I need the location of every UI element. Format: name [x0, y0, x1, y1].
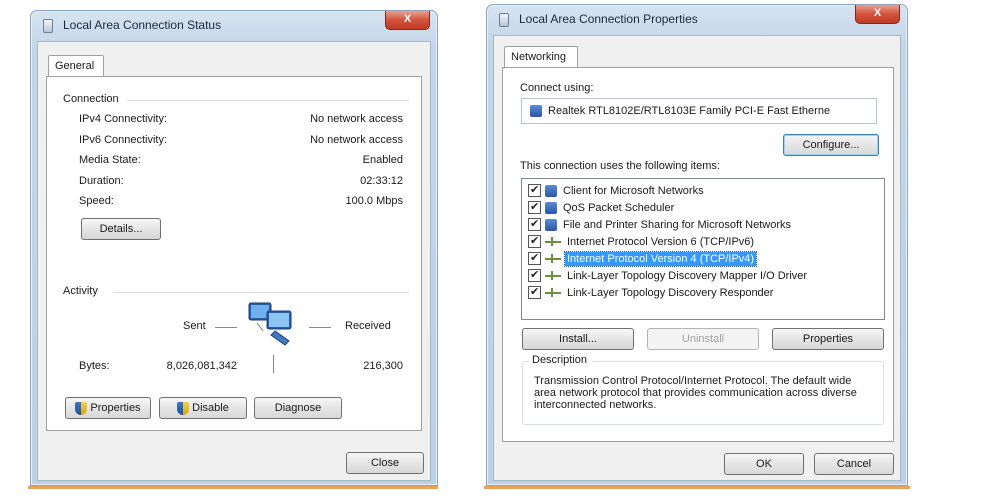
- connection-divider: [127, 100, 409, 101]
- connection-group-label: Connection: [63, 93, 125, 105]
- close-button[interactable]: Close: [346, 452, 424, 474]
- sent-line: [215, 327, 237, 328]
- list-item[interactable]: Link-Layer Topology Discovery Mapper I/O…: [528, 267, 809, 284]
- item-label: Link-Layer Topology Discovery Mapper I/O…: [567, 269, 808, 282]
- cancel-button[interactable]: Cancel: [814, 453, 894, 475]
- properties-titlebar[interactable]: Local Area Connection Properties X: [487, 5, 907, 33]
- bytes-received-value: 216,300: [363, 360, 403, 372]
- protocol-icon: [545, 252, 561, 265]
- media-state-label: Media State:: [79, 154, 141, 166]
- network-client-icon: [545, 184, 557, 197]
- tab-general[interactable]: General: [48, 55, 104, 77]
- list-item[interactable]: QoS Packet Scheduler: [528, 199, 676, 216]
- protocol-icon: [545, 235, 561, 248]
- received-label: Received: [345, 320, 391, 332]
- network-adapter-icon: [530, 105, 542, 117]
- protocol-icon: [545, 269, 561, 282]
- item-properties-button[interactable]: Properties: [772, 328, 884, 350]
- item-label: QoS Packet Scheduler: [563, 201, 675, 214]
- description-group-label: Description: [529, 354, 594, 366]
- activity-group-label: Activity: [63, 285, 104, 297]
- item-label: Client for Microsoft Networks: [563, 184, 704, 197]
- status-window: Local Area Connection Status X General C…: [30, 10, 438, 486]
- list-item-selected[interactable]: Internet Protocol Version 4 (TCP/IPv4): [528, 250, 758, 267]
- bytes-sent-value: 8,026,081,342: [166, 360, 237, 372]
- properties-window: Local Area Connection Properties X Netwo…: [486, 4, 908, 486]
- adapter-name: Realtek RTL8102E/RTL8103E Family PCI-E F…: [548, 105, 831, 117]
- received-line: [309, 327, 331, 328]
- list-item[interactable]: File and Printer Sharing for Microsoft N…: [528, 216, 793, 233]
- item-label: Link-Layer Topology Discovery Responder: [567, 286, 774, 299]
- network-computers-icon: [248, 302, 292, 346]
- sent-label: Sent: [183, 320, 206, 332]
- disable-label: Disable: [192, 402, 229, 414]
- ok-button[interactable]: OK: [724, 453, 804, 475]
- shield-icon: [75, 401, 88, 415]
- uninstall-button[interactable]: Uninstall: [647, 328, 759, 350]
- item-checkbox[interactable]: [528, 200, 541, 214]
- speed-label: Speed:: [79, 195, 114, 207]
- properties-client-area: Networking Connect using: Realtek RTL810…: [493, 35, 901, 481]
- items-label: This connection uses the following items…: [520, 160, 720, 172]
- item-label: File and Printer Sharing for Microsoft N…: [563, 218, 792, 231]
- item-checkbox[interactable]: [528, 234, 541, 248]
- item-label: Internet Protocol Version 6 (TCP/IPv6): [567, 235, 755, 248]
- adapter-field: Realtek RTL8102E/RTL8103E Family PCI-E F…: [521, 98, 877, 124]
- list-item[interactable]: Client for Microsoft Networks: [528, 182, 706, 199]
- items-listbox[interactable]: Client for Microsoft Networks QoS Packet…: [521, 178, 885, 320]
- status-properties-button[interactable]: Properties: [65, 397, 151, 419]
- properties-window-title: Local Area Connection Properties: [519, 12, 698, 26]
- speed-value: 100.0 Mbps: [345, 195, 403, 207]
- general-tab-panel: Connection IPv4 Connectivity: No network…: [46, 76, 422, 431]
- protocol-icon: [545, 286, 561, 299]
- item-checkbox[interactable]: [528, 285, 541, 299]
- shield-icon: [177, 401, 190, 415]
- bytes-separator: [273, 355, 274, 373]
- close-window-button[interactable]: X: [855, 5, 900, 24]
- description-text: Transmission Control Protocol/Internet P…: [534, 375, 857, 411]
- configure-button[interactable]: Configure...: [783, 134, 879, 156]
- close-window-button[interactable]: X: [385, 11, 430, 30]
- media-state-value: Enabled: [362, 154, 403, 166]
- details-button[interactable]: Details...: [81, 218, 161, 240]
- list-item[interactable]: Link-Layer Topology Discovery Responder: [528, 284, 775, 301]
- bytes-label: Bytes:: [79, 360, 110, 372]
- ipv4-connectivity-value: No network access: [310, 113, 403, 125]
- ipv4-connectivity-label: IPv4 Connectivity:: [79, 113, 168, 125]
- network-service-icon: [545, 201, 557, 214]
- tab-networking[interactable]: Networking: [504, 46, 578, 68]
- network-connection-icon: [43, 19, 53, 33]
- disable-button[interactable]: Disable: [159, 397, 247, 419]
- duration-label: Duration:: [79, 175, 124, 187]
- install-button[interactable]: Install...: [522, 328, 634, 350]
- ipv6-connectivity-label: IPv6 Connectivity:: [79, 134, 168, 146]
- status-titlebar[interactable]: Local Area Connection Status X: [31, 11, 437, 39]
- connect-using-label: Connect using:: [520, 82, 594, 94]
- item-checkbox[interactable]: [528, 251, 541, 265]
- network-connection-icon: [499, 13, 509, 27]
- list-item[interactable]: Internet Protocol Version 6 (TCP/IPv6): [528, 233, 756, 250]
- duration-value: 02:33:12: [360, 175, 403, 187]
- item-label: Internet Protocol Version 4 (TCP/IPv4): [563, 250, 758, 267]
- right-accent-underline: [484, 486, 910, 489]
- item-checkbox[interactable]: [528, 268, 541, 282]
- status-client-area: General Connection IPv4 Connectivity: No…: [37, 41, 431, 481]
- activity-divider: [113, 292, 409, 293]
- ipv6-connectivity-value: No network access: [310, 134, 403, 146]
- status-window-title: Local Area Connection Status: [63, 18, 222, 32]
- network-service-icon: [545, 218, 557, 231]
- left-accent-underline: [28, 486, 438, 489]
- status-properties-label: Properties: [90, 402, 141, 414]
- item-checkbox[interactable]: [528, 217, 541, 231]
- networking-tab-panel: Connect using: Realtek RTL8102E/RTL8103E…: [502, 67, 894, 442]
- item-checkbox[interactable]: [528, 183, 541, 197]
- diagnose-button[interactable]: Diagnose: [254, 397, 342, 419]
